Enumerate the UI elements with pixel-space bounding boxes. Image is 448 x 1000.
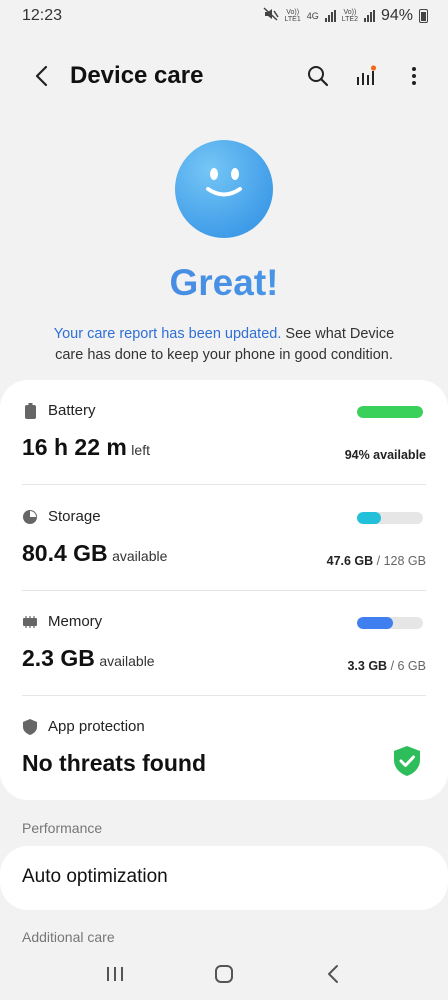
app-protection-section[interactable]: App protection No threats found: [22, 718, 426, 788]
memory-usage: 3.3 GB / 6 GB: [347, 659, 426, 673]
home-icon[interactable]: [204, 954, 244, 994]
battery-icon: [419, 9, 428, 23]
status-indicators: Vo)) LTE1 4G Vo)) LTE2 94%: [263, 6, 428, 26]
divider: [22, 695, 426, 696]
care-status-hero: Great! Your care report has been updated…: [0, 140, 448, 366]
memory-value: 2.3 GB: [22, 645, 95, 671]
care-report-message: Your care report has been updated. See w…: [53, 326, 395, 363]
clock: 12:23: [22, 7, 63, 24]
storage-usage: 47.6 GB / 128 GB: [326, 554, 426, 568]
signal-icon: [324, 10, 336, 22]
app-protection-label: App protection: [48, 718, 145, 735]
protection-status: No threats found: [22, 750, 206, 776]
mute-icon: [263, 6, 279, 26]
auto-optimization-label: Auto optimization: [22, 866, 168, 887]
sim2-indicator: Vo)) LTE2: [341, 9, 358, 23]
storage-bar-fill: [357, 512, 382, 524]
page-title: Device care: [70, 62, 204, 89]
back-nav-icon[interactable]: [313, 954, 353, 994]
status-heading: Great!: [0, 262, 448, 304]
memory-section[interactable]: Memory 2.3 GB available 3.3 GB / 6 GB: [22, 613, 426, 693]
storage-value: 80.4 GB: [22, 540, 108, 566]
back-icon[interactable]: [26, 61, 56, 91]
memory-chip-icon: [22, 614, 38, 630]
storage-section[interactable]: Storage 80.4 GB available 47.6 GB / 128 …: [22, 508, 426, 588]
storage-icon: [22, 509, 38, 525]
battery-bar: [357, 406, 423, 418]
divider: [22, 590, 426, 591]
performance-section-label: Performance: [22, 820, 103, 836]
battery-available: 94% available: [344, 448, 426, 462]
recents-icon[interactable]: [95, 954, 135, 994]
memory-bar: [357, 617, 423, 629]
status-bar: 12:23 Vo)) LTE1 4G Vo)) LTE2 94%: [0, 0, 448, 32]
smiley-face-icon: [175, 140, 273, 238]
memory-unit: available: [99, 653, 155, 669]
battery-section[interactable]: Battery 16 h 22 m left 94% available: [22, 402, 426, 482]
care-report-link[interactable]: Your care report has been updated.: [54, 326, 282, 342]
battery-label: Battery: [48, 402, 96, 419]
more-icon[interactable]: [400, 62, 428, 90]
battery-percent: 94%: [380, 7, 413, 24]
signal-icon-2: [363, 10, 375, 22]
network-type: 4G: [306, 10, 319, 21]
device-status-card: Battery 16 h 22 m left 94% available Sto…: [0, 380, 448, 800]
app-bar: Device care: [0, 48, 448, 104]
battery-time-value: 16 h 22 m: [22, 434, 127, 460]
storage-unit: available: [112, 548, 168, 564]
storage-label: Storage: [48, 508, 101, 525]
additional-care-section-label: Additional care: [22, 929, 115, 945]
battery-icon: [22, 402, 38, 419]
memory-bar-fill: [357, 617, 394, 629]
search-icon[interactable]: [304, 62, 332, 90]
system-nav-bar: [0, 950, 448, 998]
battery-bar-fill: [357, 406, 423, 418]
shield-icon: [22, 718, 38, 735]
auto-optimization-card[interactable]: Auto optimization: [0, 846, 448, 910]
stats-icon[interactable]: [352, 62, 380, 90]
shield-check-icon: [394, 746, 420, 781]
battery-unit: left: [131, 442, 150, 458]
storage-bar: [357, 512, 423, 524]
memory-label: Memory: [48, 613, 103, 630]
divider: [22, 484, 426, 485]
sim1-indicator: Vo)) LTE1: [284, 9, 301, 23]
